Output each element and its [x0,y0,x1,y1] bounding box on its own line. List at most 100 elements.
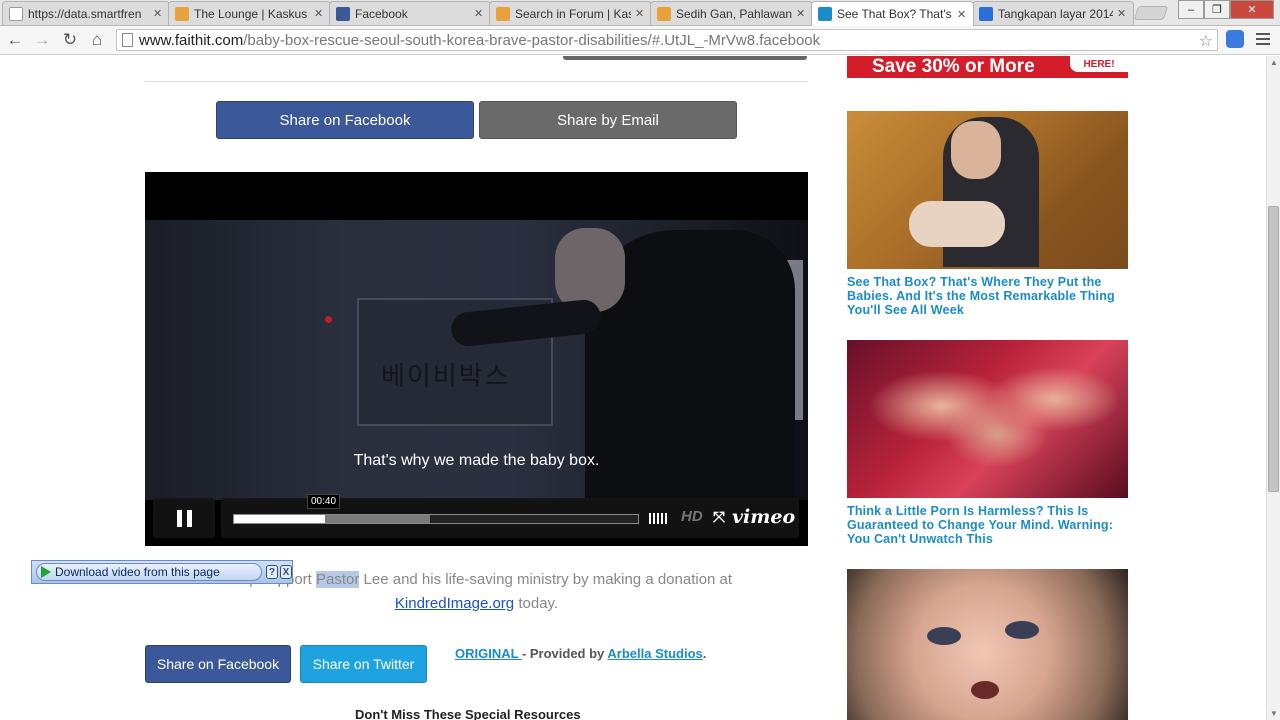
bookmark-star-icon[interactable]: ☆ [1199,31,1213,51]
share-facebook-top-button[interactable]: Share on Facebook [216,101,474,139]
kaskus-icon [496,6,510,21]
scroll-thumb[interactable] [1268,206,1279,492]
home-icon[interactable]: ⌂ [86,30,108,50]
gray-button-remnant [563,56,807,60]
tab-title: Tangkapan layar 2014 [998,6,1113,21]
minimize-icon[interactable]: ‒ [1178,0,1204,19]
thumb-eye [1005,621,1039,639]
reload-icon[interactable]: ↻ [59,30,81,50]
tab-close-icon[interactable]: ✕ [1117,7,1127,20]
facebook-icon [336,6,350,21]
vimeo-logo[interactable]: vimeo [732,506,795,528]
thumb-baby [909,201,1005,247]
scroll-down-icon[interactable]: ▼ [1270,709,1278,718]
tab-close-icon[interactable]: ✕ [635,7,645,20]
scroll-up-icon[interactable]: ▲ [1270,58,1278,67]
tab-title: Search in Forum | Kask [515,6,631,21]
faithit-icon [818,7,832,21]
kindred-image-link[interactable]: KindredImage.org [395,595,514,612]
share-twitter-button[interactable]: Share on Twitter [300,645,427,683]
tab-title: Sedih Gan, Pahlawan B [676,6,792,21]
control-bar: 00:40 HD ⤧ vimeo [221,494,799,538]
pause-icon-bar [186,509,192,527]
tab-strip: https://data.smartfren ✕ The Lounge | Ka… [0,0,1280,26]
donate-suffix: today. [514,595,559,612]
menu-icon[interactable] [1256,33,1270,47]
tab-close-icon[interactable]: ✕ [957,8,967,21]
tab-tangkapan-layar[interactable]: Tangkapan layar 2014 ✕ [972,1,1134,25]
new-tab-button[interactable] [1133,6,1169,20]
tab-title: See That Box? That's W [837,7,953,21]
share-facebook-button[interactable]: Share on Facebook [145,645,291,683]
tab-search-forum[interactable]: Search in Forum | Kask ✕ [489,1,652,25]
divider [145,81,808,82]
sale-banner[interactable]: Save 30% or More HERE! [847,56,1128,78]
credit-text: - Provided by [521,646,608,661]
thumb-eye [927,627,961,645]
kaskus-icon [657,6,671,21]
sidebar-thumbnail-baby-box[interactable] [847,111,1128,269]
url-path: /baby-box-rescue-seoul-south-korea-brave… [243,31,821,49]
sidebar-caption-link[interactable]: See That Box? That's Where They Put the … [847,275,1132,317]
progress-track[interactable] [233,514,639,524]
browser-toolbar: ← → ↻ ⌂ www.faithit.com/baby-box-rescue-… [0,26,1280,55]
tab-see-that-box[interactable]: See That Box? That's W ✕ [811,1,974,26]
banner-tag: HERE! [1070,56,1128,72]
resources-heading: Don't Miss These Special Resources [355,707,581,720]
hd-button[interactable]: HD [681,508,703,525]
page-content: Share on Facebook Share by Email 베이비박스 T… [0,56,1266,720]
download-video-bar: Download video from this page ? X [31,560,293,584]
back-icon[interactable]: ← [4,30,26,50]
volume-icon[interactable] [649,513,667,524]
share-email-button[interactable]: Share by Email [479,101,737,139]
restore-icon[interactable]: ❐ [1204,0,1230,19]
sidebar-caption-link[interactable]: Think a Little Porn Is Harmless? This Is… [847,504,1132,546]
extension-icon[interactable] [1226,30,1244,48]
tab-close-icon[interactable]: ✕ [314,7,324,20]
tab-close-icon[interactable]: ✕ [796,7,806,20]
tab-lounge-kaskus[interactable]: The Lounge | Kaskus - ✕ [168,1,331,25]
page-icon [122,33,133,47]
sidebar-thumbnail-baby[interactable] [847,569,1128,720]
tab-close-icon[interactable]: ✕ [153,7,163,20]
video-subtitle: That's why we made the baby box. [353,452,600,469]
tab-facebook[interactable]: Facebook ✕ [329,1,491,25]
tab-title: Facebook [355,6,408,21]
arbella-studios-link[interactable]: Arbella Studios [607,646,702,661]
play-icon [41,566,51,578]
video-player[interactable]: 베이비박스 That's why we made the baby box. 0… [145,172,808,546]
pause-icon [176,509,182,527]
page-icon [9,6,23,21]
selected-word: Pastor [316,571,360,588]
thumb-people [867,350,1117,490]
donate-middle: Lee and his life-saving ministry by maki… [359,571,733,588]
baby-box-label: 베이비박스 [381,362,511,392]
credit-end: . [702,646,707,661]
time-tooltip: 00:40 [307,494,341,509]
close-icon[interactable]: X [280,565,292,579]
pause-button[interactable] [153,498,215,538]
address-bar[interactable]: www.faithit.com/baby-box-rescue-seoul-so… [116,29,1218,51]
sidebar-thumbnail-porn[interactable] [847,340,1128,498]
tab-smartfren[interactable]: https://data.smartfren ✕ [2,1,170,25]
kaskus-icon [175,6,189,21]
original-link[interactable]: ORIGINAL [455,646,522,661]
help-icon[interactable]: ? [266,565,278,579]
tab-sedih-gan[interactable]: Sedih Gan, Pahlawan B ✕ [650,1,813,25]
tab-title: https://data.smartfren [28,6,142,21]
indicator-light [325,316,332,323]
close-window-icon[interactable]: ✕ [1230,0,1274,19]
download-video-button[interactable]: Download video from this page [36,563,262,581]
url-host: www.faithit.com [139,31,244,49]
fullscreen-icon[interactable]: ⤧ [713,509,725,526]
progress-played [234,515,325,523]
scrollbar[interactable]: ▲ ▼ [1266,56,1280,720]
forward-icon[interactable]: → [31,30,53,50]
dropbox-icon [979,6,993,21]
window-controls: ‒ ❐ ✕ [1178,0,1274,19]
video-credit: ORIGINAL - Provided by Arbella Studios. [455,646,706,661]
banner-text: Save 30% or More [872,56,1035,77]
thumb-face [951,121,1001,179]
pastor-head [555,228,625,312]
tab-close-icon[interactable]: ✕ [474,7,484,20]
